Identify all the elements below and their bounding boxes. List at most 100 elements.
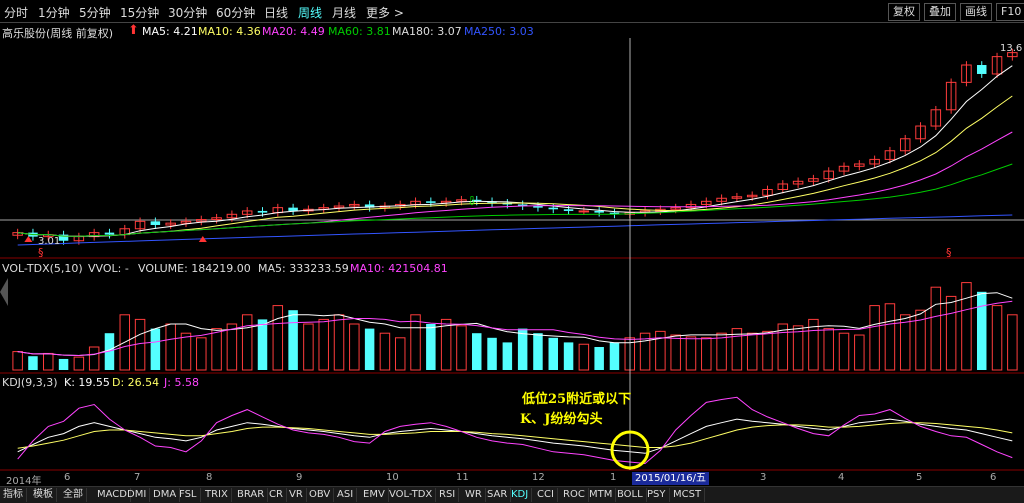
volume-bar — [762, 330, 773, 371]
tab-template[interactable]: 模板 — [30, 488, 57, 502]
volume-bar — [548, 337, 559, 370]
ma5-line — [17, 65, 1013, 237]
tab-rsi[interactable]: RSI — [436, 488, 460, 502]
volume-bar — [28, 356, 38, 370]
volume-bar — [394, 337, 406, 371]
candle-down — [548, 207, 559, 210]
volume-bar — [792, 325, 804, 371]
volume-bar — [318, 318, 329, 371]
volume-bar — [211, 328, 222, 371]
volume-bar — [854, 334, 865, 371]
tab-kdj[interactable]: KDJ — [508, 488, 533, 502]
x-axis-label: 4 — [838, 472, 845, 483]
x-axis-label: 10 — [386, 472, 399, 483]
volume-bar — [333, 314, 345, 371]
volume-bar — [746, 332, 758, 371]
volume-bar — [685, 336, 697, 371]
volume-bar — [533, 333, 543, 370]
x-axis-label: 3 — [760, 472, 767, 483]
volume-bar — [578, 343, 590, 371]
tab-trix[interactable]: TRIX — [202, 488, 232, 502]
volume-bar — [379, 332, 391, 371]
price-high-label: 13.6 — [1000, 43, 1023, 54]
signal-s-icon: § — [946, 246, 952, 259]
volume-bar — [945, 295, 957, 371]
volume-bar — [563, 342, 574, 370]
volume-bar — [150, 328, 161, 370]
tab-brar[interactable]: BRAR — [234, 488, 269, 502]
ma250-line — [17, 214, 1013, 246]
volume-bar — [594, 347, 604, 370]
candle-down — [257, 210, 268, 213]
volume-bar — [471, 333, 482, 370]
buy-arrow-icon — [24, 236, 33, 242]
x-axis-label: 6 — [990, 472, 997, 483]
x-axis-label: 6 — [64, 472, 71, 483]
volume-bar — [930, 286, 942, 371]
volume-bar — [502, 342, 513, 370]
volume-bar — [226, 323, 238, 371]
tab-wr[interactable]: WR — [462, 488, 486, 502]
volume-bar — [196, 337, 207, 371]
volume-bar — [823, 328, 834, 371]
tab-mcst[interactable]: MCST — [670, 488, 706, 502]
tab-obv[interactable]: OBV — [306, 488, 335, 502]
volume-bar — [456, 325, 467, 371]
volume-bar — [134, 318, 146, 371]
candle-down — [104, 232, 115, 235]
candle-down — [594, 210, 604, 213]
tab-roc[interactable]: ROC — [560, 488, 589, 502]
signal-s-icon: § — [38, 246, 44, 259]
volume-bar — [165, 323, 176, 371]
kline-chart[interactable]: ⇩ § § — [0, 0, 1024, 502]
price-low-label: 3.01 — [38, 236, 61, 247]
x-axis-label: 2014年 — [6, 476, 42, 487]
candle-down — [563, 209, 574, 211]
volume-bar — [991, 305, 1003, 371]
volume-bar — [58, 358, 69, 370]
volume-bar — [869, 305, 880, 371]
tab-vol-tdx[interactable]: VOL-TDX — [386, 488, 437, 502]
volume-bar — [609, 342, 620, 370]
volume-bar — [73, 356, 85, 371]
volume-bar — [12, 351, 23, 371]
tab-asi[interactable]: ASI — [334, 488, 358, 502]
candle-down — [976, 65, 987, 74]
volume-bar — [272, 305, 284, 371]
tab-cr[interactable]: CR — [266, 488, 287, 502]
volume-bar — [349, 323, 360, 371]
x-axis-label: 5 — [916, 472, 923, 483]
candle-down — [426, 201, 436, 203]
tab-cci[interactable]: CCI — [534, 488, 558, 502]
side-collapse-handle[interactable] — [0, 272, 10, 312]
ma20-line — [17, 131, 1013, 237]
volume-bar — [241, 314, 253, 371]
volume-bar — [364, 328, 375, 370]
volume-bar — [288, 310, 298, 370]
tab-vr[interactable]: VR — [286, 488, 307, 502]
tab-indicator[interactable]: 指标 — [0, 488, 27, 502]
volume-bar — [88, 346, 100, 371]
volume-bar — [961, 282, 972, 371]
x-axis-label: 7 — [134, 472, 141, 483]
tab-psy[interactable]: PSY — [644, 488, 670, 502]
volume-bar — [257, 319, 268, 370]
tab-emv[interactable]: EMV — [360, 488, 389, 502]
volume-bar — [487, 337, 497, 370]
kdj-k-line — [17, 418, 1013, 454]
x-axis-label: 11 — [456, 472, 469, 483]
volume-bar — [1007, 314, 1018, 371]
volume-bar — [410, 314, 421, 371]
x-axis-label: 8 — [206, 472, 213, 483]
candle-up — [578, 210, 590, 213]
tab-all[interactable]: 全部 — [60, 488, 87, 502]
volume-bar — [655, 330, 666, 371]
volume-bar — [440, 318, 452, 371]
volume-bar — [43, 352, 54, 371]
candle-down — [288, 207, 298, 211]
tab-boll[interactable]: BOLL — [614, 488, 647, 502]
tab-mtm[interactable]: MTM — [586, 488, 617, 502]
tab-dmi[interactable]: DMI — [124, 488, 151, 502]
volume-bar — [884, 303, 896, 371]
tab-fsl[interactable]: FSL — [176, 488, 201, 502]
